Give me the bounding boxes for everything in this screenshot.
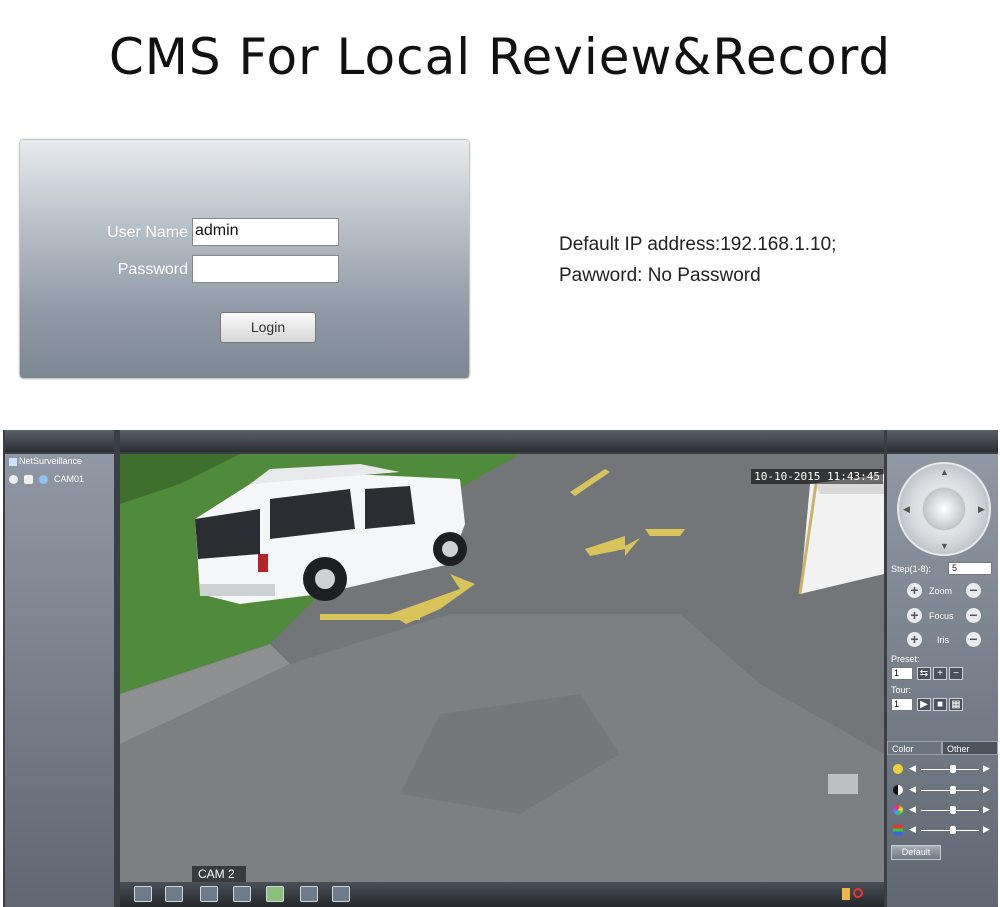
record-icon (9, 474, 18, 484)
brightness-slider[interactable]: ◀ ▶ (893, 763, 993, 775)
preset-remove-icon[interactable]: − (949, 667, 963, 680)
fullscreen-icon[interactable] (134, 886, 152, 902)
login-panel: User Name admin Password Login (20, 140, 469, 378)
device-tree-panel: NetSurveillance CAM01 (5, 454, 114, 907)
brightness-icon (893, 764, 903, 774)
record-toggle-icon[interactable] (233, 886, 251, 902)
device-tree-title[interactable]: NetSurveillance (9, 456, 82, 466)
username-label: User Name (107, 224, 188, 241)
step-label: Step(1-8): (891, 564, 932, 574)
increase-arrow-icon[interactable]: ▶ (983, 763, 990, 774)
increase-arrow-icon[interactable]: ▶ (983, 824, 990, 835)
tree-title-label: NetSurveillance (19, 456, 83, 466)
default-ip-note: Default IP address:192.168.1.10; (559, 234, 837, 255)
hue-icon (893, 825, 903, 835)
volume-icon[interactable] (842, 888, 850, 900)
zoom-in-button[interactable]: + (907, 583, 922, 598)
focus-label: Focus (929, 611, 954, 621)
arrow-down-icon[interactable]: ▼ (940, 541, 949, 551)
arrow-left-icon[interactable]: ◀ (903, 504, 910, 515)
tab-color[interactable]: Color (887, 741, 942, 755)
left-titlebar (5, 430, 114, 452)
login-button[interactable]: Login (220, 312, 316, 343)
tour-grid-icon[interactable]: ▦ (949, 698, 963, 711)
contrast-icon (893, 785, 903, 795)
snapshot-icon[interactable] (266, 886, 284, 902)
camera-tree-item[interactable]: CAM01 (9, 474, 84, 484)
iris-close-button[interactable]: − (966, 632, 981, 647)
default-button[interactable]: Default (891, 845, 941, 860)
slider-knob[interactable] (949, 806, 956, 814)
password-note: Pawword: No Password (559, 265, 761, 286)
saturation-slider[interactable]: ◀ ▶ (893, 804, 993, 816)
decrease-arrow-icon[interactable]: ◀ (909, 804, 916, 815)
talk-icon[interactable] (300, 886, 318, 902)
preset-goto-icon[interactable]: ⇆ (917, 667, 931, 680)
play-icon (24, 474, 33, 484)
preset-label: Preset: (891, 654, 920, 664)
network-icon (9, 457, 17, 466)
tour-play-icon[interactable]: ▶ (917, 698, 931, 711)
camera-item-label: CAM01 (54, 474, 85, 484)
arrow-up-icon[interactable]: ▲ (940, 467, 949, 477)
ptz-center-button[interactable] (924, 489, 964, 529)
slider-knob[interactable] (949, 765, 956, 773)
iris-label: Iris (937, 635, 949, 645)
mute-icon[interactable] (853, 888, 863, 898)
decrease-arrow-icon[interactable]: ◀ (909, 824, 916, 835)
main-titlebar (120, 430, 884, 452)
ptz-direction-pad[interactable]: ▲ ▼ ◀ ▶ (897, 462, 991, 556)
arrow-right-icon[interactable]: ▶ (978, 504, 985, 515)
decrease-arrow-icon[interactable]: ◀ (909, 784, 916, 795)
increase-arrow-icon[interactable]: ▶ (983, 804, 990, 815)
contrast-slider[interactable]: ◀ ▶ (893, 784, 993, 796)
zoom-out-button[interactable]: − (966, 583, 981, 598)
focus-near-button[interactable]: + (907, 608, 922, 623)
slider-knob[interactable] (949, 826, 956, 834)
camera-name-overlay: CAM 2 (192, 866, 246, 882)
password-label: Password (117, 261, 188, 278)
hue-slider[interactable]: ◀ ▶ (893, 824, 993, 836)
ptz-control-panel: ▲ ▼ ◀ ▶ Step(1-8): 5 + Zoom − + Focus − … (887, 454, 998, 907)
cms-window: NetSurveillance CAM01 10-10-2015 11:43:4… (3, 430, 998, 907)
camera-icon (39, 474, 48, 484)
tour-input[interactable]: 1 (891, 698, 913, 711)
focus-far-button[interactable]: − (966, 608, 981, 623)
right-titlebar (887, 430, 998, 452)
username-field[interactable]: admin (192, 218, 339, 246)
tab-other[interactable]: Other (942, 741, 998, 755)
timestamp-overlay: 10-10-2015 11:43:45 (751, 469, 883, 484)
page-heading: CMS For Local Review&Record (108, 28, 892, 86)
video-toolbar (120, 882, 884, 907)
video-view[interactable]: 10-10-2015 11:43:45 CAM 2 (120, 454, 884, 882)
password-field[interactable] (192, 255, 339, 283)
stop-record-icon[interactable] (332, 886, 350, 902)
tour-stop-icon[interactable]: ■ (933, 698, 947, 711)
decrease-arrow-icon[interactable]: ◀ (909, 763, 916, 774)
step-select[interactable]: 5 (948, 562, 992, 575)
tour-label: Tour: (891, 685, 912, 695)
preset-input[interactable]: 1 (891, 667, 913, 680)
image-settings-tabs: Color Other (887, 741, 998, 755)
playback-icon[interactable] (200, 886, 218, 902)
single-view-icon[interactable] (165, 886, 183, 902)
zoom-label: Zoom (929, 586, 953, 596)
preset-add-icon[interactable]: + (933, 667, 947, 680)
slider-knob[interactable] (949, 786, 956, 794)
increase-arrow-icon[interactable]: ▶ (983, 784, 990, 795)
saturation-icon (893, 805, 903, 815)
camera-scene (120, 454, 884, 882)
iris-open-button[interactable]: + (907, 632, 922, 647)
